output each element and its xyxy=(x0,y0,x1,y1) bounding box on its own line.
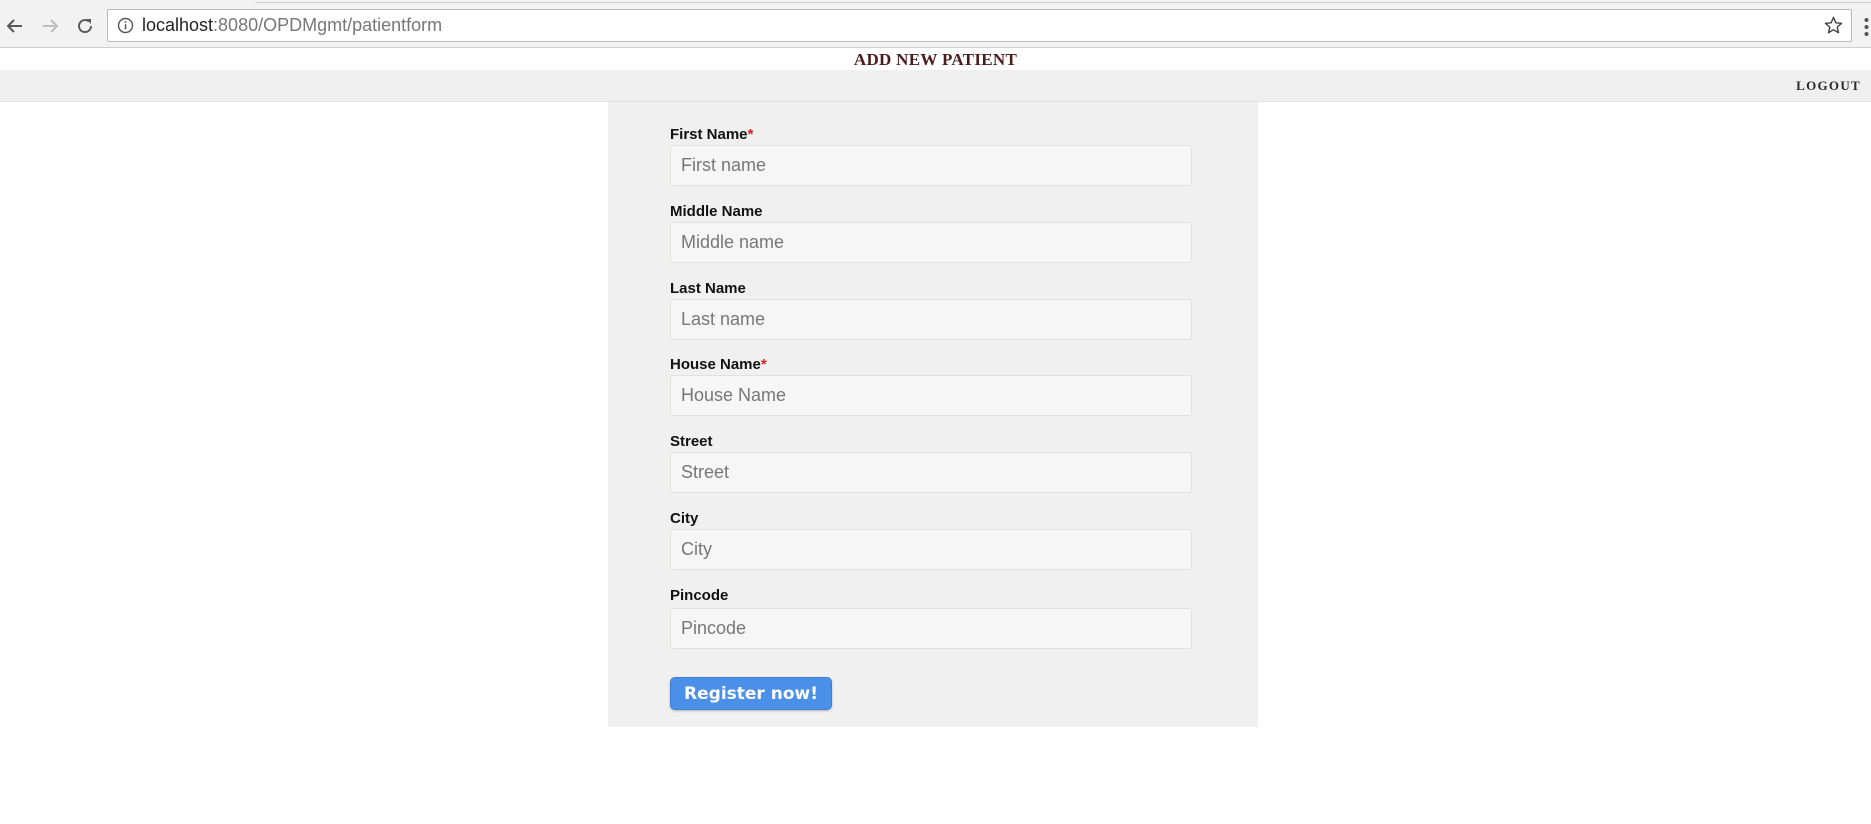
star-icon[interactable] xyxy=(1824,16,1843,35)
register-button[interactable]: Register now! xyxy=(670,677,832,710)
last-name-label: Last Name xyxy=(670,280,746,297)
middle-name-input[interactable] xyxy=(670,222,1192,263)
pincode-input[interactable] xyxy=(670,608,1192,649)
last-name-input[interactable] xyxy=(670,299,1192,340)
first-name-field: First Name* xyxy=(670,126,1192,186)
back-button[interactable] xyxy=(0,11,30,41)
url-text[interactable]: localhost:8080/OPDMgmt/patientform xyxy=(142,10,442,41)
last-name-field: Last Name xyxy=(670,280,1192,340)
top-nav-bar: LOGOUT xyxy=(0,70,1871,102)
required-marker: * xyxy=(760,356,767,373)
street-input[interactable] xyxy=(670,452,1192,493)
house-name-input[interactable] xyxy=(670,375,1192,416)
pincode-label: Pincode xyxy=(670,587,729,604)
back-arrow-icon xyxy=(6,19,22,33)
city-label: City xyxy=(670,510,699,527)
house-name-field: House Name* xyxy=(670,356,1192,416)
street-label: Street xyxy=(670,433,713,450)
forward-button[interactable] xyxy=(35,11,65,41)
street-field: Street xyxy=(670,433,1192,493)
reload-icon xyxy=(78,19,93,34)
reload-button[interactable] xyxy=(70,11,100,41)
browser-toolbar: localhost:8080/OPDMgmt/patientform xyxy=(0,3,1871,48)
middle-name-field: Middle Name xyxy=(670,203,1192,263)
pincode-field: Pincode xyxy=(670,587,1192,649)
first-name-input[interactable] xyxy=(670,145,1192,186)
required-marker: * xyxy=(747,126,754,143)
first-name-label: First Name* xyxy=(670,126,1192,144)
city-field: City xyxy=(670,510,1192,570)
url-host: localhost xyxy=(142,15,214,35)
address-bar[interactable]: localhost:8080/OPDMgmt/patientform xyxy=(107,9,1852,42)
city-input[interactable] xyxy=(670,529,1192,570)
page-title: ADD NEW PATIENT xyxy=(853,50,1018,69)
url-path: :8080/OPDMgmt/patientform xyxy=(213,15,443,35)
menu-dots-icon[interactable] xyxy=(1862,17,1871,37)
forward-arrow-icon xyxy=(43,19,59,33)
house-name-label: House Name* xyxy=(670,356,1192,374)
first-name-label-text: First Name xyxy=(670,126,748,143)
middle-name-label: Middle Name xyxy=(670,203,763,220)
logout-link[interactable]: LOGOUT xyxy=(1796,78,1861,94)
page-header: ADD NEW PATIENT xyxy=(0,49,1871,70)
patient-form: First Name* Middle Name Last Name House … xyxy=(608,102,1258,727)
info-icon[interactable] xyxy=(117,17,134,34)
house-name-label-text: House Name xyxy=(670,356,761,373)
